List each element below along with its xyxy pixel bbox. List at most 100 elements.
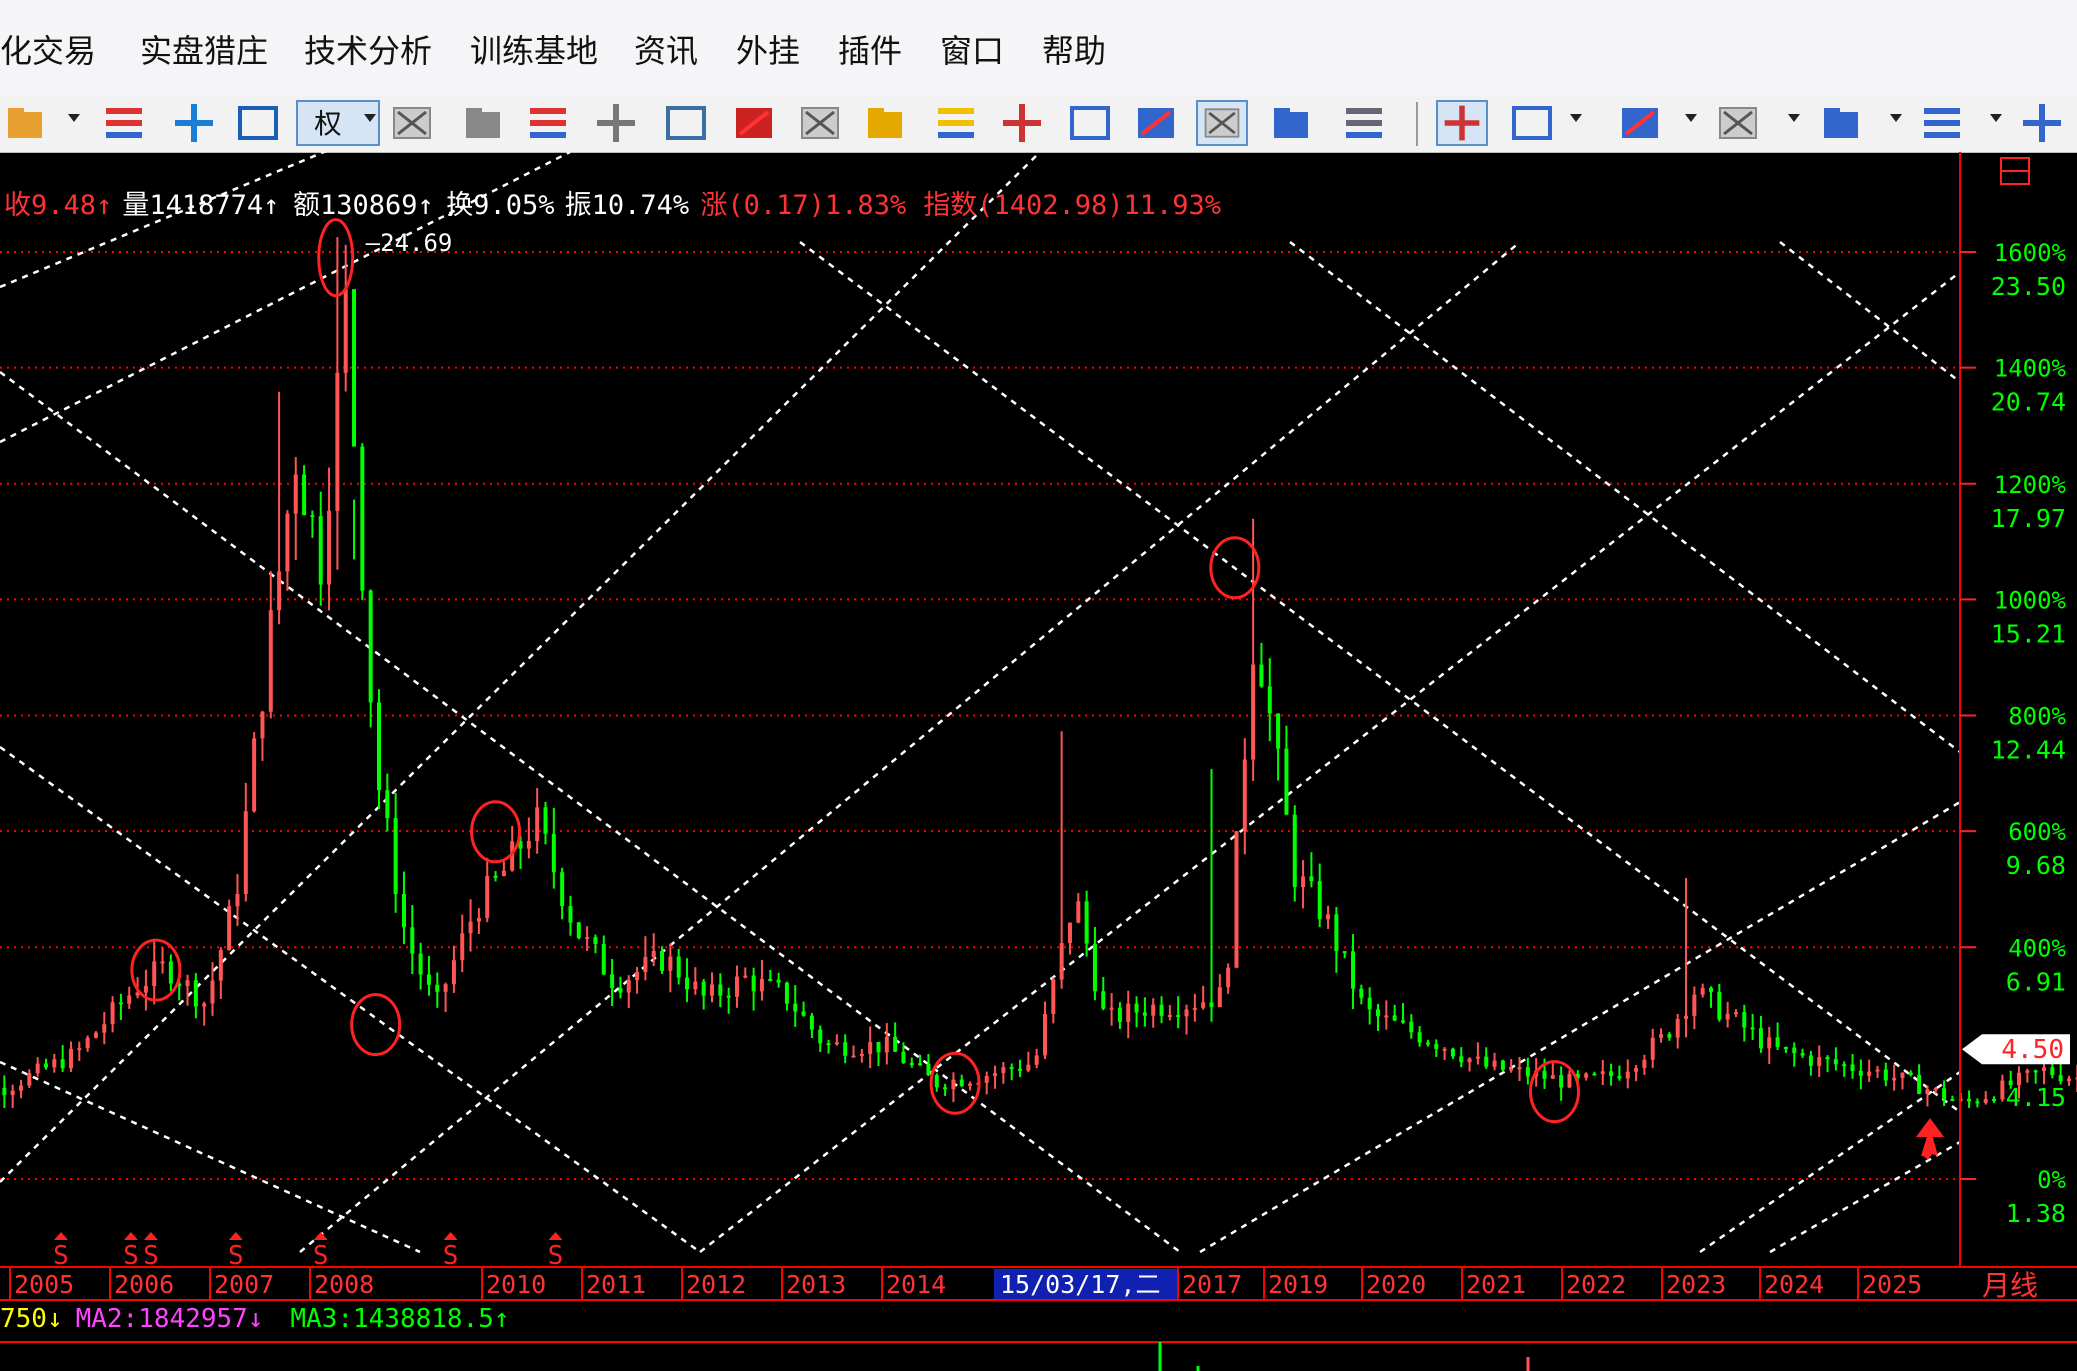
candle-body (1009, 1067, 1014, 1070)
time-axis-year: 2012 (686, 1270, 746, 1299)
time-axis-year: 2022 (1566, 1270, 1626, 1299)
chart-window-2-icon[interactable] (1196, 100, 1248, 146)
bar-chart-icon[interactable] (98, 100, 150, 146)
candle-body (1684, 1015, 1689, 1020)
candle-body (726, 995, 731, 998)
gann-line (299, 241, 1521, 1253)
image-icon[interactable] (1338, 100, 1390, 146)
candle-body (1725, 1013, 1730, 1020)
candle-body (1634, 1068, 1639, 1072)
candle-body (310, 515, 315, 518)
candle-body (218, 950, 223, 981)
warning-icon[interactable] (860, 100, 912, 146)
dropdown-arrow-icon[interactable] (68, 114, 80, 122)
menu-item-0[interactable]: 化交易 (0, 26, 96, 72)
draw-line-icon[interactable] (1506, 100, 1558, 146)
copy-icon[interactable] (590, 100, 642, 146)
candle-body (951, 1079, 956, 1090)
gann-icon[interactable] (1916, 100, 1968, 146)
list-red-icon[interactable] (522, 100, 574, 146)
menu-item-1[interactable]: 实盘猎庄 (140, 26, 268, 72)
draw-pen-icon[interactable] (1436, 100, 1488, 146)
gann-line (0, 152, 1041, 1183)
time-axis-year: 2020 (1366, 1270, 1426, 1299)
candle-body (793, 1003, 798, 1012)
candle-body (210, 980, 215, 1004)
candle-body (52, 1059, 57, 1068)
axis-price-label: 12.44 (1991, 736, 2066, 765)
candle-body (1917, 1074, 1922, 1094)
menu-item-7[interactable]: 窗口 (940, 26, 1004, 72)
axis-price-label: 17.97 (1991, 504, 2066, 533)
parallel-line-icon[interactable] (2016, 100, 2068, 146)
candle-body (1642, 1059, 1647, 1069)
dropdown-arrow-icon[interactable] (1788, 114, 1800, 122)
candle-body (710, 984, 714, 996)
candle-body (851, 1055, 856, 1058)
candle-body (1367, 997, 1372, 1010)
move-cross-icon[interactable] (168, 100, 220, 146)
table-icon[interactable] (1064, 100, 1116, 146)
candle-body (1825, 1057, 1830, 1060)
kline-chart[interactable]: —24.69S S S S S S S收9.48↑ 量1418774↑ 额130869↑ 换9.0… (0, 152, 2077, 1371)
dropdown-arrow-icon[interactable] (1990, 114, 2002, 122)
candle-body (651, 951, 656, 957)
axis-price-label: 6.91 (2006, 967, 2066, 996)
candle-body (418, 953, 423, 975)
money-icon[interactable] (794, 100, 846, 146)
fan-lines-icon[interactable] (1816, 100, 1868, 146)
candle-body (1126, 1003, 1131, 1022)
candle-body (834, 1042, 839, 1045)
candle-body (352, 289, 357, 447)
candle-body (260, 711, 265, 739)
vertical-lines-icon[interactable] (1712, 100, 1764, 146)
indicator-x-icon[interactable] (458, 100, 510, 146)
open-folder-icon[interactable] (0, 100, 52, 146)
candle-body (751, 975, 756, 992)
alert-chart-icon[interactable] (728, 100, 780, 146)
candle-body (1159, 1004, 1164, 1016)
menu-item-6[interactable]: 插件 (838, 26, 902, 72)
candle-body (868, 1042, 873, 1054)
menu-item-8[interactable]: 帮助 (1042, 26, 1106, 72)
candle-body (685, 977, 690, 990)
gann-line (1289, 241, 1961, 753)
window-layout-icon[interactable] (232, 100, 284, 146)
candle-body (343, 289, 348, 373)
candle-body (1867, 1071, 1872, 1076)
gann-line (0, 370, 1181, 1254)
signal-arrow (53, 1232, 68, 1240)
candle-body (1942, 1088, 1947, 1100)
candle-body (1492, 1060, 1497, 1067)
toolbar-separator (1416, 102, 1418, 146)
quan-button[interactable]: 权 (296, 100, 380, 146)
candle-body (1076, 901, 1081, 923)
candle-body (10, 1090, 15, 1096)
f10-icon[interactable] (660, 100, 712, 146)
candle-body (1251, 664, 1256, 760)
settings-gear-icon[interactable] (930, 100, 982, 146)
candle-body (676, 956, 681, 978)
menu-item-5[interactable]: 外挂 (736, 26, 800, 72)
chart-window-3-icon[interactable] (1266, 100, 1318, 146)
dropdown-arrow-icon[interactable] (1890, 114, 1902, 122)
chart-window-1-icon[interactable] (1130, 100, 1182, 146)
kline-chart-area[interactable]: —24.69 S S S S S S S 收9.48↑ 量1418774↑ 额130869↑ 换9.0… (0, 152, 2077, 1371)
indicator-green-icon[interactable] (386, 100, 438, 146)
fib-lines-icon[interactable] (1614, 100, 1666, 146)
time-axis-year: 2005 (14, 1270, 74, 1299)
candle-body (568, 906, 573, 923)
candle-body (993, 1073, 998, 1077)
axis-percent-label: 0% (2037, 1166, 2066, 1194)
menu-item-4[interactable]: 资讯 (634, 26, 698, 72)
dropdown-arrow-icon[interactable] (1570, 114, 1582, 122)
current-arrow-stem (1924, 1154, 1930, 1160)
candle-body (1525, 1067, 1530, 1077)
multi-chart-icon[interactable] (996, 100, 1048, 146)
menu-item-3[interactable]: 训练基地 (470, 26, 598, 72)
menu-item-2[interactable]: 技术分析 (304, 26, 432, 72)
dropdown-arrow-icon[interactable] (364, 114, 376, 122)
time-axis-year: 2010 (486, 1270, 546, 1299)
gann-line (1699, 1070, 1961, 1254)
dropdown-arrow-icon[interactable] (1685, 114, 1697, 122)
